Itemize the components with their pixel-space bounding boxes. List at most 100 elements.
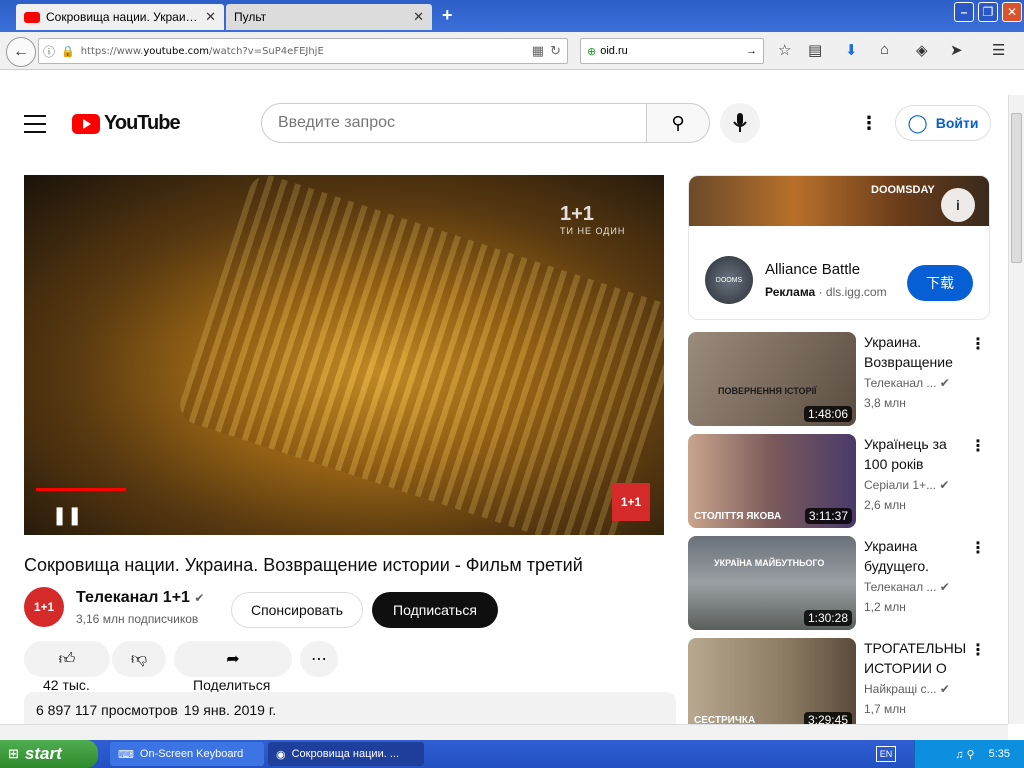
recommendation-channel[interactable]: Серіали 1+... ✔	[864, 478, 949, 492]
share-button[interactable]: ➦	[174, 641, 292, 677]
send-icon[interactable]: ➤	[950, 41, 963, 59]
recommendation-views: 1,2 млн	[864, 600, 906, 614]
sign-in-button[interactable]: ◯ Войти	[895, 105, 991, 141]
recommendation-item[interactable]: СЕСТРИЧКА 3:29:45 ТРОГАТЕЛЬНЫ ИСТОРИИ О …	[688, 638, 998, 724]
start-button[interactable]: ⊞ start	[0, 740, 98, 768]
home-icon[interactable]: ⌂	[880, 41, 889, 58]
video-player[interactable]: 1+1 ТИ НЕ ОДИН ❚❚ 1+1	[24, 175, 664, 535]
minimize-icon[interactable]: –	[954, 2, 974, 22]
recommendation-views: 1,7 млн	[864, 702, 906, 716]
ad-sponsor-line: Реклама · dls.igg.com	[765, 285, 887, 299]
recommendation-item[interactable]: СТОЛІТТЯ ЯКОВА 3:11:37 Українець за 100 …	[688, 434, 998, 530]
pause-icon[interactable]: ❚❚	[52, 505, 82, 526]
upload-date: 19 янв. 2019 г.	[183, 702, 277, 718]
recommendation-menu-icon[interactable]: ⋮	[970, 436, 986, 456]
settings-more-icon[interactable]: ⋮	[860, 113, 878, 134]
reload-icon[interactable]: ↻	[550, 43, 567, 59]
new-tab-icon[interactable]: +	[442, 5, 453, 26]
share-arrow-icon: ➦	[226, 651, 240, 668]
voice-search-button[interactable]	[720, 103, 760, 143]
pocket-icon[interactable]: ◈	[916, 41, 928, 59]
taskbar-item-browser[interactable]: ◉ Сокровища нации. ...	[268, 742, 424, 766]
close-window-icon[interactable]: ✕	[1002, 2, 1022, 22]
taskbar-item-keyboard[interactable]: ⌨ On-Screen Keyboard	[110, 742, 264, 766]
sign-in-label: Войти	[935, 115, 979, 131]
ad-card[interactable]: DOOMSDAY i DOOMS Alliance Battle Реклама…	[688, 175, 990, 320]
tab-youtube[interactable]: Сокровища нации. Украина... ✕	[16, 4, 224, 30]
youtube-logo[interactable]: YouTube	[72, 112, 181, 135]
dislike-button[interactable]: 👎︎	[112, 641, 166, 677]
hamburger-menu-icon[interactable]	[24, 115, 46, 133]
tab-title: Сокровища нации. Украина...	[46, 10, 200, 24]
video-thumbnail[interactable]: ПОВЕРНЕННЯ ІСТОРІЇ 1:48:06	[688, 332, 856, 426]
recommendation-title[interactable]: ТРОГАТЕЛЬНЫ ИСТОРИИ О	[864, 638, 968, 678]
youtube-play-icon	[72, 113, 100, 134]
like-button[interactable]: 👍︎	[24, 641, 110, 677]
recommendation-item[interactable]: ПОВЕРНЕННЯ ІСТОРІЇ 1:48:06 Украина. Возв…	[688, 332, 998, 428]
menu-icon[interactable]: ☰	[992, 41, 1005, 59]
language-indicator[interactable]: EN	[876, 746, 896, 762]
recommendation-item[interactable]: УКРАЇНА МАЙБУТНЬОГО 1:30:28 Украина буду…	[688, 536, 998, 632]
tab-pult[interactable]: Пульт ✕	[226, 4, 432, 30]
channel-watermark: 1+1 ТИ НЕ ОДИН	[560, 203, 626, 236]
description-box[interactable]: 6 897 117 просмотров 19 янв. 2019 г.	[24, 692, 676, 724]
browser-window: Сокровища нации. Украина... ✕ Пульт ✕ + …	[0, 0, 1024, 768]
download-icon[interactable]: ⬇	[845, 41, 858, 59]
search-bar[interactable]: ⊕ oid.ru →	[580, 38, 764, 64]
bookmarks-list-icon[interactable]: ▤	[808, 41, 822, 59]
search-engine-icon[interactable]: ⊕	[587, 45, 596, 58]
ad-info-icon[interactable]: i	[941, 188, 975, 222]
clock[interactable]: 5:35	[989, 748, 1010, 760]
recommendation-channel[interactable]: Найкращі с... ✔	[864, 682, 950, 696]
tab-title: Пульт	[234, 10, 267, 24]
system-tray: ♫ ⚲ 5:35	[914, 740, 1024, 768]
recommendation-channel[interactable]: Телеканал ... ✔	[864, 376, 950, 390]
channel-avatar[interactable]: 1+1	[24, 587, 64, 627]
thumbs-up-icon: 👍︎	[58, 650, 76, 668]
recommendation-title[interactable]: Украина будущего.	[864, 536, 968, 576]
ad-download-button[interactable]: 下载	[907, 265, 973, 301]
recommendation-channel[interactable]: Телеканал ... ✔	[864, 580, 950, 594]
tray-icons[interactable]: ♫ ⚲	[955, 748, 974, 761]
recommendation-views: 3,8 млн	[864, 396, 906, 410]
vertical-scrollbar[interactable]	[1008, 95, 1024, 724]
recommendation-menu-icon[interactable]: ⋮	[970, 334, 986, 354]
search-input[interactable]: Введите запрос	[261, 103, 647, 143]
recommendation-title[interactable]: Украина. Возвращение	[864, 332, 968, 372]
subscriber-count: 3,16 млн подписчиков	[76, 612, 199, 626]
video-thumbnail[interactable]: СЕСТРИЧКА 3:29:45	[688, 638, 856, 724]
search-icon: ⚲	[671, 112, 685, 133]
address-bar[interactable]: ⓘ 🔒 https://www.youtube.com/watch?v=SuP4…	[38, 38, 568, 64]
subscribe-button[interactable]: Подписаться	[372, 592, 498, 628]
go-icon[interactable]: →	[746, 45, 757, 57]
recommendation-menu-icon[interactable]: ⋮	[970, 640, 986, 660]
horizontal-scrollbar[interactable]	[0, 724, 1008, 740]
progress-bar[interactable]	[36, 488, 126, 491]
duration-badge: 1:30:28	[803, 610, 852, 626]
search-value: oid.ru	[600, 45, 628, 57]
tab-bar: Сокровища нации. Украина... ✕ Пульт ✕ + …	[0, 0, 1024, 32]
info-icon[interactable]: ⓘ	[43, 43, 55, 60]
recommendation-title[interactable]: Українець за 100 років	[864, 434, 968, 474]
maximize-icon[interactable]: ❐	[978, 2, 998, 22]
video-title: Сокровища нации. Украина. Возвращение ис…	[24, 555, 583, 575]
back-button[interactable]: ←	[6, 37, 36, 67]
ad-title[interactable]: Alliance Battle	[765, 261, 860, 278]
reader-view-icon[interactable]: ▦	[532, 43, 544, 59]
channel-name[interactable]: Телеканал 1+1 ✔	[76, 589, 204, 607]
microphone-icon	[733, 113, 747, 132]
thumbs-down-icon: 👎︎	[130, 650, 148, 668]
video-thumbnail[interactable]: УКРАЇНА МАЙБУТНЬОГО 1:30:28	[688, 536, 856, 630]
video-thumbnail[interactable]: СТОЛІТТЯ ЯКОВА 3:11:37	[688, 434, 856, 528]
scrollbar-thumb[interactable]	[1011, 113, 1022, 263]
recommendation-menu-icon[interactable]: ⋮	[970, 538, 986, 558]
more-actions-button[interactable]: ⋯	[300, 641, 338, 677]
search-button[interactable]: ⚲	[646, 103, 710, 143]
bookmark-star-icon[interactable]: ☆	[778, 41, 791, 59]
sponsor-button[interactable]: Спонсировать	[231, 592, 363, 628]
navigation-bar: ← ⓘ 🔒 https://www.youtube.com/watch?v=Su…	[0, 32, 1024, 70]
duration-badge: 3:11:37	[804, 508, 852, 524]
channel-branding-logo[interactable]: 1+1	[612, 483, 650, 521]
close-tab-icon[interactable]: ✕	[413, 9, 424, 25]
close-tab-icon[interactable]: ✕	[205, 9, 216, 25]
